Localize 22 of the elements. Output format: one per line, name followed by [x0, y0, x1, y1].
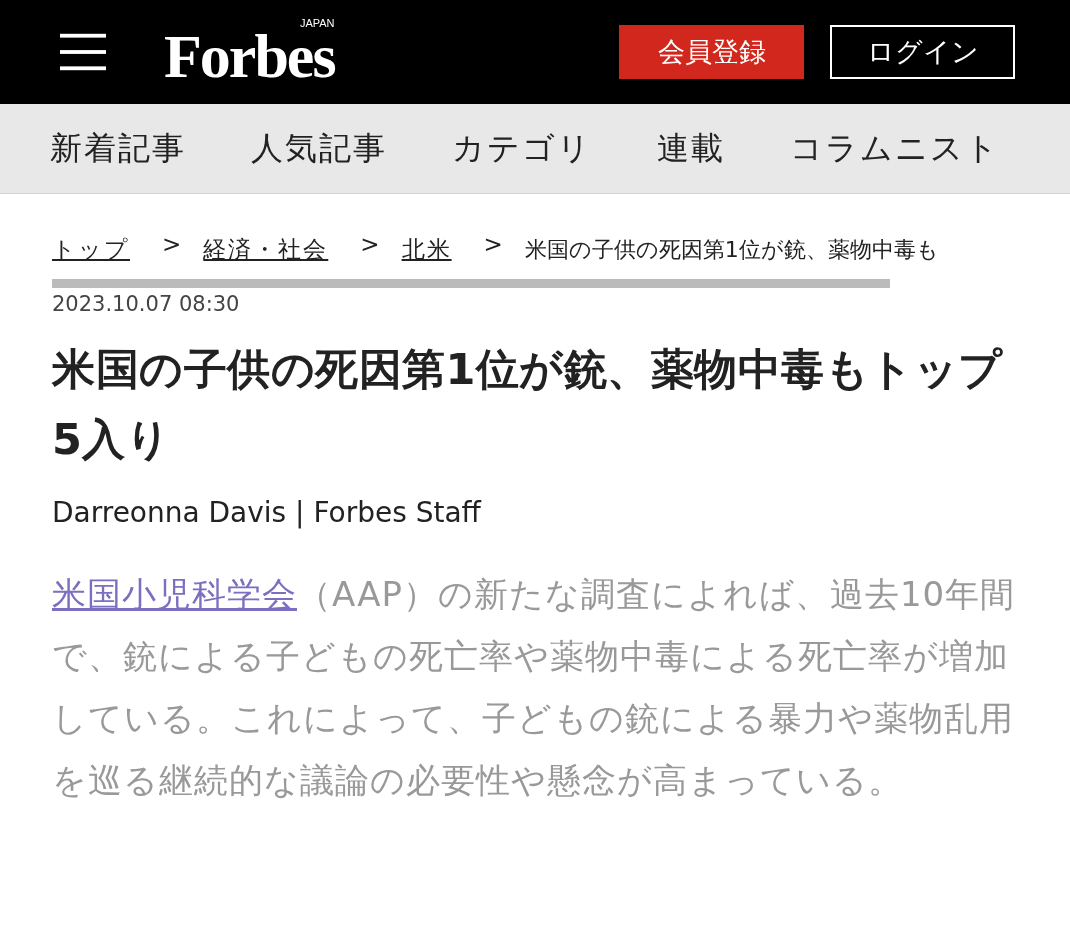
breadcrumb-separator: >	[360, 230, 380, 257]
breadcrumb-separator: >	[162, 230, 182, 257]
nav-link[interactable]: 新着記事	[50, 126, 186, 171]
article-title: 米国の子供の死因第1位が銃、薬物中毒もトップ5入り	[52, 343, 1004, 466]
body-link[interactable]: 米国小児科学会	[52, 574, 297, 614]
article-paragraph: 米国小児科学会（AAP）の新たな調査によれば、過去10年間で、銃による子どもの死亡率や薬物中毒による死亡率が増加している。これによって、子どもの銃による暴力や薬物乱用を巡る継続的な議論の必要性や懸念が高まっている。	[52, 573, 1017, 802]
breadcrumb-separator: >	[483, 230, 503, 257]
nav-link[interactable]: 連載	[657, 126, 725, 171]
breadcrumb-current: 米国の子供の死因第1位が銃、薬物中毒も	[524, 235, 939, 264]
breadcrumb-link[interactable]: 北米	[401, 234, 452, 265]
scrollbar[interactable]	[52, 279, 890, 288]
byline: Darreonna Davis | Forbes Staff	[52, 496, 483, 529]
nav-link[interactable]: 人気記事	[251, 126, 387, 171]
breadcrumb-link[interactable]: トップ	[52, 234, 130, 265]
login-button[interactable]: ログイン	[830, 25, 1015, 79]
publish-date: 2023.10.07 08:30	[52, 292, 241, 316]
nav-link[interactable]: カテゴリ	[452, 126, 592, 171]
register-button[interactable]: 会員登録	[619, 25, 804, 79]
breadcrumb-link[interactable]: 経済・社会	[203, 234, 329, 265]
menu-icon[interactable]	[60, 33, 106, 71]
logo-subtitle: JAPAN	[299, 17, 335, 29]
nav-link[interactable]: コラムニスト	[790, 126, 1000, 171]
